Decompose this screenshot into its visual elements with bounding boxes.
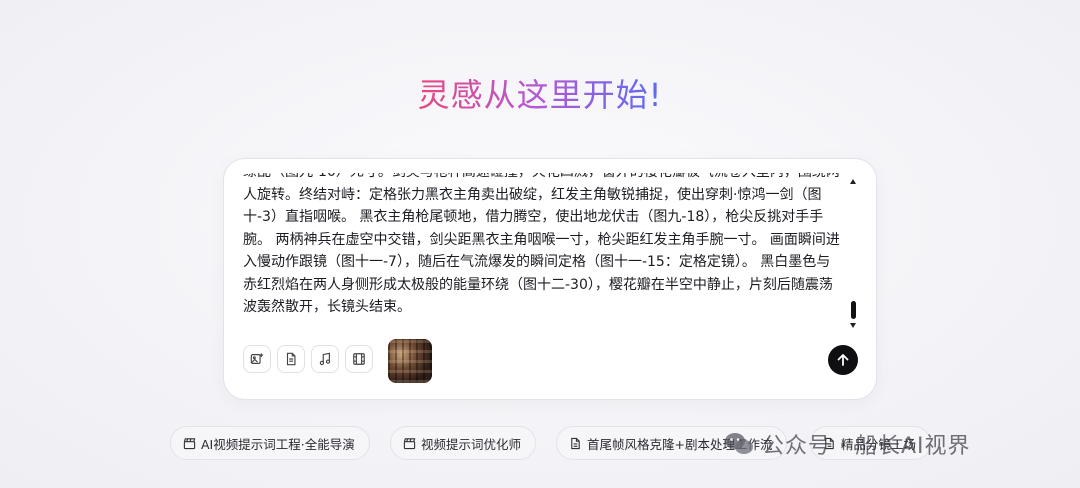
upload-video-button[interactable] xyxy=(345,345,373,373)
prompt-text[interactable]: 缭乱（图九-10）死寸。剑尖与枪杆高速碰撞，火花四溅，窗外的樱花瓣被气流卷入室内… xyxy=(243,173,843,319)
composer-toolbar xyxy=(243,345,373,373)
suggestion-chips: AI视频提示词工程·全能导演 视频提示词优化师 首尾帧风格克隆+剧本处理工作流 … xyxy=(170,426,1080,460)
prompt-scrollbar[interactable] xyxy=(850,173,858,333)
upload-image-button[interactable] xyxy=(243,345,271,373)
suggestion-chip-optimizer[interactable]: 视频提示词优化师 xyxy=(390,426,537,460)
scroll-up-icon[interactable] xyxy=(850,179,856,184)
music-note-icon xyxy=(319,352,331,366)
image-add-icon xyxy=(250,353,264,364)
upload-document-button[interactable] xyxy=(277,345,305,373)
document-icon xyxy=(571,437,580,449)
prompt-composer: 缭乱（图九-10）死寸。剑尖与枪杆高速碰撞，火花四溅，窗外的樱花瓣被气流卷入室内… xyxy=(223,158,877,400)
arrow-up-icon xyxy=(837,354,849,366)
suggestion-label: 精品分镜工场 xyxy=(841,436,917,452)
clapperboard-icon xyxy=(183,437,196,449)
suggestion-label: 首尾帧风格克隆+剧本处理工作流 xyxy=(587,436,773,452)
send-button[interactable] xyxy=(828,345,858,375)
scroll-down-icon[interactable] xyxy=(850,323,856,328)
attached-image-thumbnail[interactable] xyxy=(388,339,432,383)
suggestion-chip-director[interactable]: AI视频提示词工程·全能导演 xyxy=(170,426,370,460)
scroll-thumb[interactable] xyxy=(851,301,856,319)
suggestion-label: 视频提示词优化师 xyxy=(421,436,522,452)
suggestion-chip-storyboard[interactable]: 精品分镜工场 xyxy=(810,426,932,460)
document-icon xyxy=(825,437,834,449)
suggestion-label: AI视频提示词工程·全能导演 xyxy=(201,436,355,452)
suggestion-chip-workflow[interactable]: 首尾帧风格克隆+剧本处理工作流 xyxy=(556,426,788,460)
clapperboard-icon xyxy=(403,437,416,449)
document-icon xyxy=(286,352,296,366)
film-icon xyxy=(353,353,365,365)
upload-audio-button[interactable] xyxy=(311,345,339,373)
page-title: 灵感从这里开始! xyxy=(0,70,1080,116)
page-title-text: 灵感从这里开始! xyxy=(417,76,663,114)
prompt-textarea[interactable]: 缭乱（图九-10）死寸。剑尖与枪杆高速碰撞，火花四溅，窗外的樱花瓣被气流卷入室内… xyxy=(243,173,843,333)
